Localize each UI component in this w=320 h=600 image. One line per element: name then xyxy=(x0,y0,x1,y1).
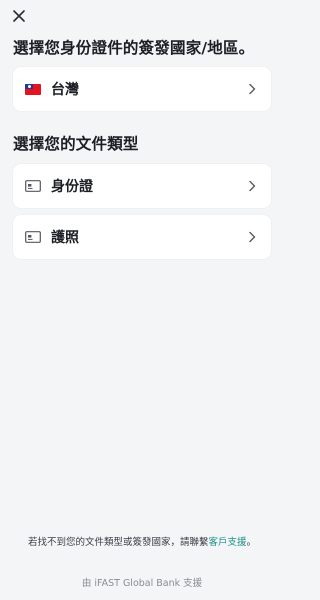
close-button[interactable] xyxy=(9,6,29,26)
customer-support-link[interactable]: 客戶支援 xyxy=(208,537,246,548)
country-label: 台灣 xyxy=(51,82,79,98)
powered-by-text: 由 iFAST Global Bank 支援 xyxy=(81,578,203,589)
document-option-label: 身份證 xyxy=(51,179,93,195)
help-text-body: 若找不到您的文件類型或簽發國家，請聯繫 xyxy=(27,537,209,548)
id-card-icon xyxy=(25,228,41,247)
help-text-suffix: 。 xyxy=(246,537,257,548)
taiwan-flag-icon xyxy=(25,83,41,95)
document-option-id-card[interactable]: 身份證 xyxy=(13,164,271,208)
chevron-right-icon xyxy=(245,230,259,244)
document-option-label: 護照 xyxy=(51,230,79,246)
chevron-right-icon xyxy=(245,179,259,193)
help-text: 若找不到您的文件類型或簽發國家，請聯繫客戶支援。 xyxy=(20,536,264,550)
chevron-right-icon xyxy=(245,82,259,96)
document-section-title: 選擇您的文件類型 xyxy=(13,135,139,153)
id-card-icon xyxy=(25,177,41,196)
close-icon xyxy=(13,10,25,22)
country-section-title: 選擇您身份證件的簽發國家/地區。 xyxy=(13,39,255,57)
country-selector[interactable]: 台灣 xyxy=(13,67,271,111)
document-option-passport[interactable]: 護照 xyxy=(13,215,271,259)
